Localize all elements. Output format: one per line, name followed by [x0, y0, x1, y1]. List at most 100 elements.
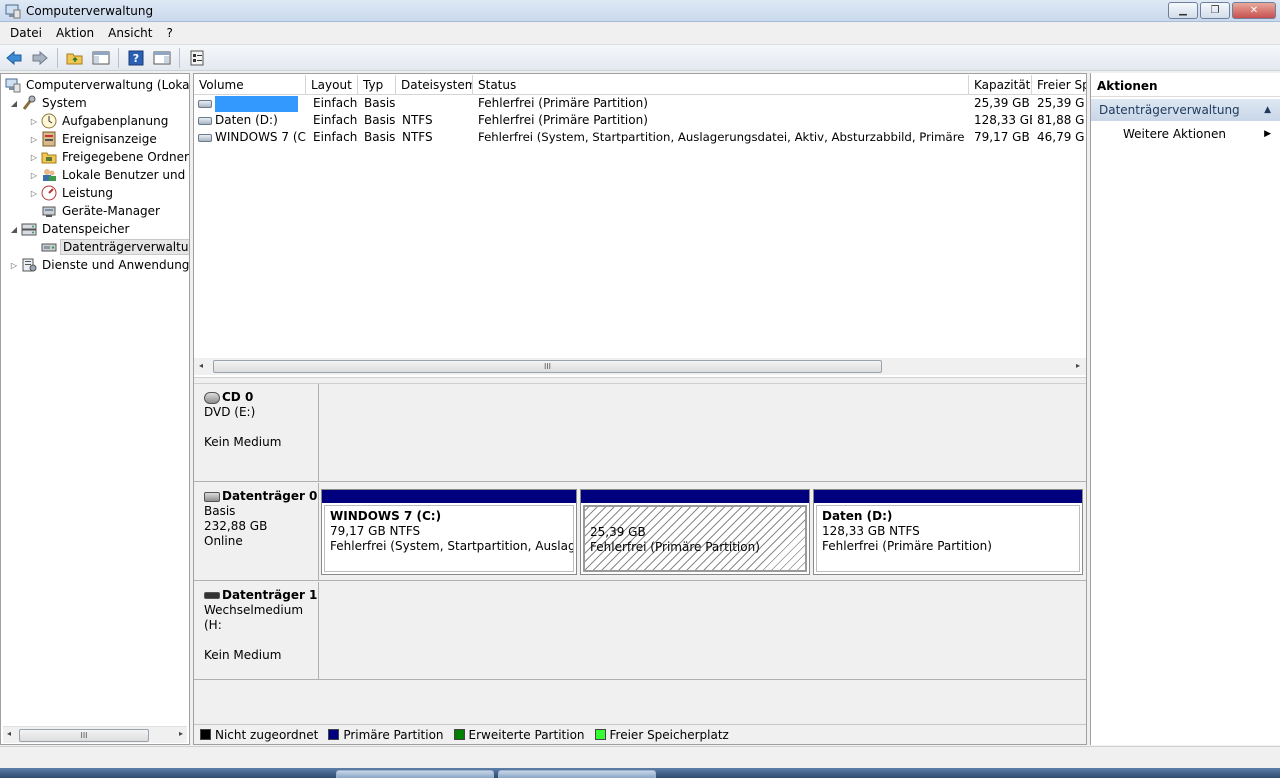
properties-icon[interactable]: [186, 47, 208, 69]
help-icon[interactable]: ?: [125, 47, 147, 69]
taskbar-button[interactable]: [498, 770, 656, 778]
up-folder-icon[interactable]: [64, 47, 86, 69]
column-header-kapazitaet[interactable]: Kapazität: [969, 75, 1032, 95]
volume-row[interactable]: WINDOWS 7 (C:) Einfach Basis NTFS Fehler…: [194, 129, 1086, 146]
scroll-thumb[interactable]: III: [213, 360, 882, 373]
scroll-left-icon[interactable]: ◂: [199, 361, 203, 370]
show-hide-action-pane-icon[interactable]: [151, 47, 173, 69]
scroll-thumb[interactable]: III: [19, 729, 149, 742]
back-icon[interactable]: [3, 47, 25, 69]
expanded-arrow-icon[interactable]: ◢: [9, 99, 19, 108]
partition-name: [590, 510, 800, 525]
removable-disk-icon: [204, 592, 220, 599]
disk-line: 232,88 GB: [204, 519, 268, 533]
partition-status: Fehlerfrei (System, Startpartition, Ausl…: [330, 539, 573, 553]
menu-bar: Datei Aktion Ansicht ?: [0, 22, 1280, 44]
collapsed-arrow-icon[interactable]: ▷: [29, 153, 39, 162]
disk-map: CD 0 DVD (E:) Kein Medium Datenträger 0 …: [194, 384, 1086, 724]
column-header-status[interactable]: Status: [473, 75, 969, 95]
close-button[interactable]: ✕: [1232, 2, 1276, 19]
tree-item-system[interactable]: ◢ System: [9, 94, 89, 112]
partition-size: 128,33 GB NTFS: [822, 524, 920, 538]
collapsed-arrow-icon[interactable]: ▷: [29, 117, 39, 126]
volume-name-selected: [215, 95, 298, 112]
legend-swatch: [453, 729, 465, 740]
partition-status: Fehlerfrei (Primäre Partition): [590, 540, 760, 554]
partition-daten[interactable]: Daten (D:) 128,33 GB NTFS Fehlerfrei (Pr…: [813, 489, 1083, 575]
partition-unnamed[interactable]: 25,39 GB Fehlerfrei (Primäre Partition): [580, 489, 810, 575]
tree-item-computer-management[interactable]: Computerverwaltung (Lokal): [3, 76, 189, 94]
collapsed-arrow-icon[interactable]: ▷: [29, 171, 39, 180]
clock-icon: [41, 113, 57, 129]
scroll-right-icon[interactable]: ▸: [179, 729, 183, 738]
pane-splitter[interactable]: [194, 377, 1086, 384]
collapse-up-icon[interactable]: ▲: [1264, 99, 1271, 121]
scroll-right-icon[interactable]: ▸: [1076, 361, 1080, 370]
toolbar: ?: [0, 44, 1280, 71]
kapazitaet-cell: 128,33 GB: [974, 113, 1032, 127]
menu-datei[interactable]: Datei: [3, 26, 49, 40]
event-viewer-icon: [41, 131, 57, 147]
volume-row[interactable]: Einfach Basis Fehlerfrei (Primäre Partit…: [194, 95, 1086, 112]
typ-cell: Basis: [364, 96, 396, 110]
menu-help[interactable]: ?: [159, 26, 179, 40]
column-header-freier-speicher[interactable]: Freier Spe: [1032, 75, 1086, 95]
disk-line: DVD (E:): [204, 405, 256, 419]
forward-icon[interactable]: [29, 47, 51, 69]
volume-list-horizontal-scrollbar[interactable]: ◂ III ▸: [194, 358, 1086, 375]
collapsed-arrow-icon[interactable]: ▷: [9, 261, 19, 270]
shared-folder-icon: [41, 149, 57, 165]
tree-item-leistung[interactable]: ▷ Leistung: [29, 184, 115, 202]
disk-info[interactable]: Datenträger 1 Wechselmedium (H: Kein Med…: [194, 582, 319, 680]
tree-item-dienste-und-anwendungen[interactable]: ▷ Dienste und Anwendungen: [9, 256, 189, 274]
menu-aktion[interactable]: Aktion: [49, 26, 101, 40]
freier-speicher-cell: 81,88 GB: [1037, 113, 1085, 127]
users-icon: [41, 167, 57, 183]
column-header-typ[interactable]: Typ: [358, 75, 396, 95]
partition-windows7[interactable]: WINDOWS 7 (C:) 79,17 GB NTFS Fehlerfrei …: [321, 489, 577, 575]
tree-item-aufgabenplanung[interactable]: ▷ Aufgabenplanung: [29, 112, 170, 130]
volume-cell: WINDOWS 7 (C:): [194, 129, 306, 146]
tree-horizontal-scrollbar[interactable]: ◂ III ▸: [3, 726, 187, 743]
tree-item-lokale-benutzer[interactable]: ▷ Lokale Benutzer und Gru: [29, 166, 189, 184]
show-hide-console-tree-icon[interactable]: [90, 47, 112, 69]
volume-row[interactable]: Daten (D:) Einfach Basis NTFS Fehlerfrei…: [194, 112, 1086, 129]
disk-name: CD 0: [222, 390, 254, 404]
scroll-left-icon[interactable]: ◂: [7, 729, 11, 738]
actions-section-disk-management[interactable]: Datenträgerverwaltung ▲: [1091, 99, 1280, 121]
taskbar-button[interactable]: [336, 770, 494, 778]
legend-swatch: [200, 729, 211, 740]
disk-line: Wechselmedium (H:: [204, 603, 304, 632]
legend-item: Primäre Partition: [328, 728, 444, 742]
tree-item-geraete-manager[interactable]: Geräte-Manager: [39, 202, 162, 220]
tree-item-ereignisanzeige[interactable]: ▷ Ereignisanzeige: [29, 130, 159, 148]
disk-info[interactable]: Datenträger 0 Basis 232,88 GB Online: [194, 483, 319, 581]
column-header-layout[interactable]: Layout: [306, 75, 358, 95]
column-header-dateisystem[interactable]: Dateisystem: [396, 75, 473, 95]
more-actions-link[interactable]: Weitere Aktionen ▶: [1123, 125, 1273, 143]
disk-info[interactable]: CD 0 DVD (E:) Kein Medium: [194, 384, 319, 482]
tree-label: Lokale Benutzer und Gru: [62, 168, 189, 182]
tree-item-datentraegerverwaltung[interactable]: Datenträgerverwaltung: [39, 238, 189, 256]
tree-item-datenspeicher[interactable]: ◢ Datenspeicher: [9, 220, 131, 238]
disk-management-pane: Volume Layout Typ Dateisystem Status Kap…: [193, 73, 1087, 745]
expanded-arrow-icon[interactable]: ◢: [9, 225, 19, 234]
device-manager-icon: [41, 203, 57, 219]
tree-label: Datenträgerverwaltung: [60, 239, 189, 255]
restore-button[interactable]: ❐: [1200, 2, 1230, 19]
disk-line: Kein Medium: [204, 435, 282, 449]
menu-ansicht[interactable]: Ansicht: [101, 26, 159, 40]
actions-pane: Aktionen Datenträgerverwaltung ▲ Weitere…: [1090, 73, 1280, 745]
column-header-volume[interactable]: Volume: [194, 75, 306, 95]
status-bar: [0, 746, 1280, 768]
actions-title: Aktionen: [1091, 77, 1280, 97]
dateisystem-cell: NTFS: [402, 113, 433, 127]
collapsed-arrow-icon[interactable]: ▷: [29, 189, 39, 198]
partition-body: Daten (D:) 128,33 GB NTFS Fehlerfrei (Pr…: [816, 505, 1080, 572]
tree-item-freigegebene-ordner[interactable]: ▷ Freigegebene Ordner: [29, 148, 189, 166]
services-icon: [21, 257, 37, 273]
disk-body-empty: [319, 384, 1086, 482]
collapsed-arrow-icon[interactable]: ▷: [29, 135, 39, 144]
minimize-button[interactable]: ▁: [1168, 2, 1198, 19]
disk-partitions: WINDOWS 7 (C:) 79,17 GB NTFS Fehlerfrei …: [319, 483, 1086, 581]
